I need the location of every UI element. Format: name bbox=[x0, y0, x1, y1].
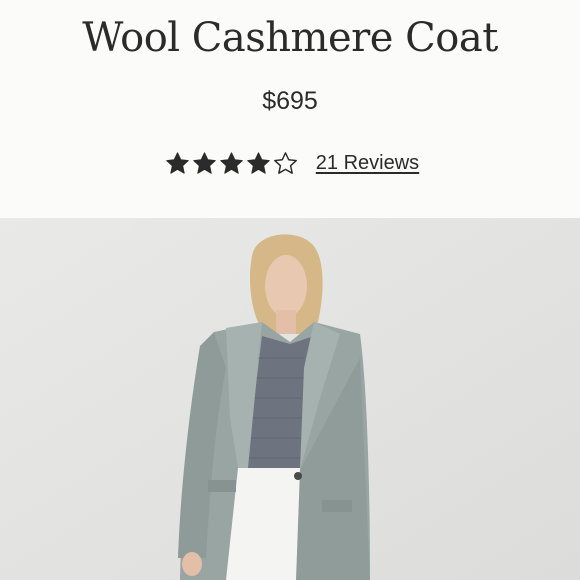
product-image bbox=[0, 218, 580, 580]
star-filled-icon bbox=[193, 151, 216, 174]
jeans bbox=[226, 468, 300, 580]
star-rating bbox=[165, 151, 300, 176]
star-filled-icon bbox=[220, 151, 243, 174]
star-outline-icon bbox=[273, 151, 297, 174]
star-filled-icon bbox=[247, 151, 270, 174]
model-face bbox=[265, 255, 307, 317]
product-page: Wool Cashmere Coat $695 21 Reviews bbox=[0, 0, 580, 580]
coat-left-pocket bbox=[208, 480, 236, 492]
coat-right-pocket bbox=[322, 500, 352, 512]
model-neck bbox=[276, 310, 296, 334]
product-title: Wool Cashmere Coat bbox=[82, 15, 498, 61]
rating-row: 21 Reviews bbox=[0, 146, 580, 180]
coat-button bbox=[294, 472, 302, 480]
star-filled-icon bbox=[166, 151, 189, 174]
reviews-link[interactable]: 21 Reviews bbox=[316, 152, 419, 175]
model-hand bbox=[182, 552, 202, 576]
product-header: Wool Cashmere Coat $695 21 Reviews bbox=[0, 0, 580, 218]
product-price: $695 bbox=[262, 87, 318, 115]
